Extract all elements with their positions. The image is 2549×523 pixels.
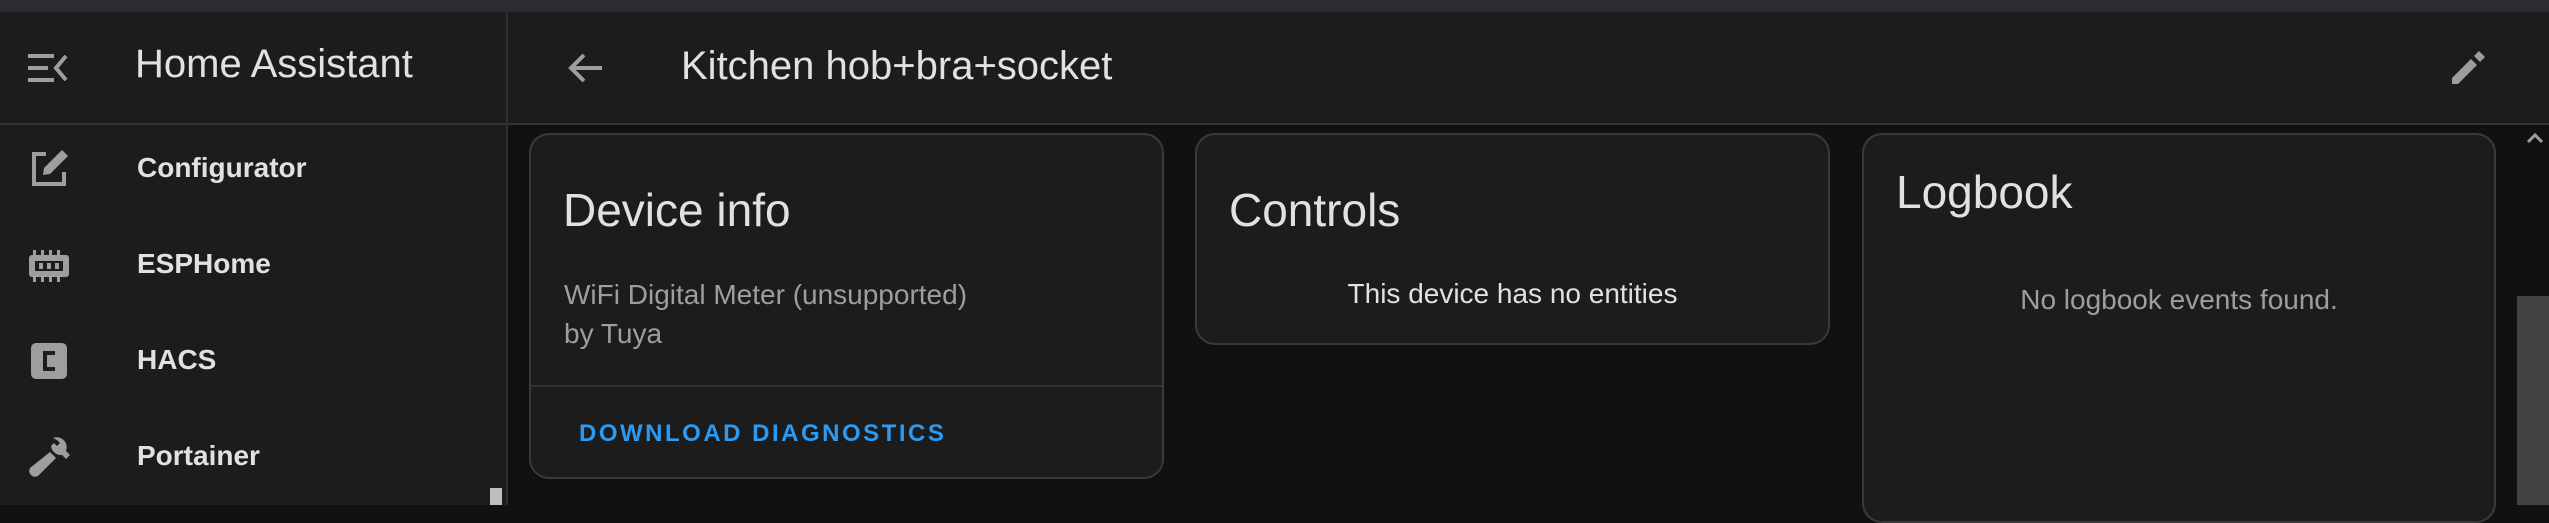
card-title: Logbook	[1896, 166, 2073, 218]
hacs-icon	[26, 338, 72, 384]
empty-state-text: No logbook events found.	[2020, 284, 2338, 315]
sidebar-item-label: ESPHome	[137, 248, 271, 279]
page-title: Kitchen hob+bra+socket	[681, 44, 1113, 88]
pencil-edit-icon[interactable]	[2444, 44, 2492, 92]
page-scrollbar-thumb[interactable]	[2517, 296, 2549, 505]
sidebar-item-label: Portainer	[137, 440, 260, 471]
device-model: WiFi Digital Meter (unsupported)	[564, 279, 968, 310]
esphome-chip-icon	[26, 242, 72, 288]
wrench-icon	[26, 434, 72, 480]
sidebar: Home Assistant Configurator ESPHome HACS…	[0, 12, 508, 505]
sidebar-scrollbar[interactable]	[490, 488, 502, 505]
device-info-card: Device info WiFi Digital Meter (unsuppor…	[529, 133, 1164, 479]
device-manufacturer: by Tuya	[564, 318, 663, 349]
sidebar-item-label: HACS	[137, 344, 217, 375]
back-arrow-icon[interactable]	[562, 44, 610, 92]
file-edit-icon	[26, 146, 72, 192]
top-app-bar: Kitchen hob+bra+socket	[508, 12, 2549, 125]
sidebar-item-portainer[interactable]: Portainer	[0, 412, 496, 502]
sidebar-item-esphome[interactable]: ESPHome	[0, 220, 496, 310]
logbook-card: Logbook No logbook events found.	[1862, 133, 2496, 523]
app-title: Home Assistant	[135, 42, 413, 86]
window-top-strip	[0, 0, 2549, 12]
sidebar-item-configurator[interactable]: Configurator	[0, 124, 496, 214]
download-diagnostics-button[interactable]: DOWNLOAD DIAGNOSTICS	[579, 420, 946, 448]
sidebar-item-hacs[interactable]: HACS	[0, 316, 496, 406]
card-title: Device info	[563, 184, 791, 236]
card-title: Controls	[1229, 184, 1401, 236]
card-divider	[531, 385, 1162, 387]
sidebar-header: Home Assistant	[0, 12, 506, 125]
menu-collapse-icon[interactable]	[24, 46, 74, 90]
sidebar-item-label: Configurator	[137, 152, 307, 183]
scroll-up-icon[interactable]	[2521, 128, 2549, 148]
empty-state-text: This device has no entities	[1347, 278, 1678, 309]
controls-card: Controls This device has no entities	[1195, 133, 1830, 345]
